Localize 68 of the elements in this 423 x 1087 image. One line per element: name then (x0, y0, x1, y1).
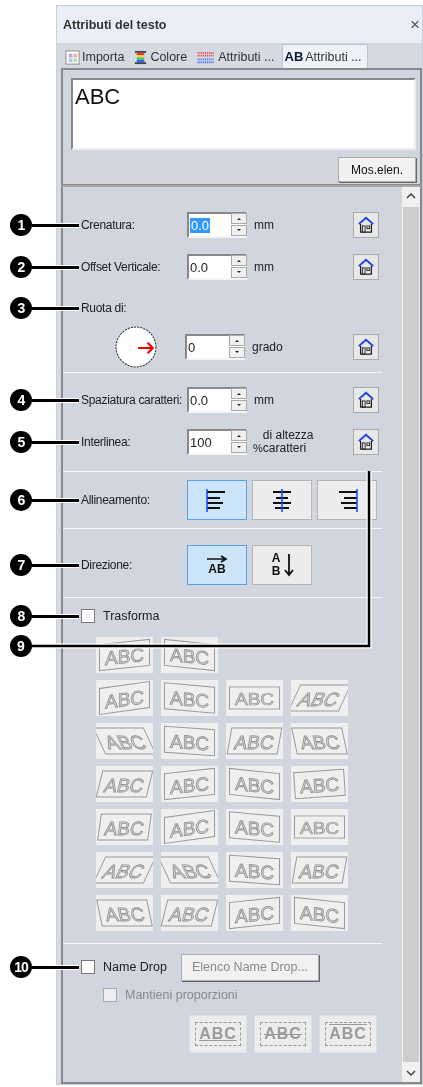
panel-title: Attributi del testo (63, 17, 167, 32)
reset-button[interactable] (353, 212, 379, 238)
checkbox[interactable] (81, 960, 95, 974)
house-icon (357, 216, 375, 234)
direction-vertical-button[interactable]: AB (252, 545, 312, 585)
field-label: Spaziatura caratteri: (81, 392, 184, 408)
unit-label: mm (254, 218, 275, 232)
stitch-icon (196, 49, 217, 65)
tab[interactable]: Attributi ... (194, 46, 280, 68)
house-icon (357, 433, 375, 451)
checkbox-label: Trasforma (103, 609, 160, 623)
down-arrow-icon (284, 553, 294, 577)
direction-horizontal-button[interactable]: AB (187, 545, 247, 585)
name-drop-style-button[interactable]: ABC (189, 1015, 247, 1053)
callout-number: 2 (10, 256, 32, 278)
unit-label: grado (252, 340, 284, 354)
house-icon (357, 338, 375, 356)
callout-number: 6 (10, 489, 32, 511)
tab[interactable]: Importa (63, 46, 130, 68)
callout-number: 10 (10, 956, 32, 978)
callout-number: 5 (10, 431, 32, 453)
field-label: Allineamento: (81, 492, 151, 508)
grid-icon (65, 49, 80, 65)
align-center-button[interactable] (252, 480, 312, 520)
rotation-dial[interactable] (115, 326, 157, 368)
field-label: Direzione: (81, 557, 134, 573)
scrollbar[interactable] (402, 187, 420, 1082)
field-label: Crenatura: (81, 217, 136, 233)
name-drop-style-button[interactable]: ABC (319, 1015, 377, 1053)
field-label: Offset Verticale: (81, 259, 162, 275)
checkbox-label: Mantieni proporzioni (125, 988, 238, 1002)
scroll-thumb[interactable] (403, 207, 419, 1062)
callout-number: 4 (10, 389, 32, 411)
text-input-field[interactable]: ABC (71, 78, 416, 150)
unit-label: % (253, 442, 263, 455)
scroll-down-icon[interactable] (406, 1070, 416, 1076)
unit-note: di altezza caratteri (262, 429, 315, 455)
checkbox-label: Name Drop (103, 960, 167, 974)
spool-icon (133, 49, 149, 65)
scroll-up-icon[interactable] (406, 193, 416, 199)
reset-button[interactable] (353, 334, 379, 360)
name-drop-style-button[interactable]: ABC (254, 1015, 312, 1053)
callout-number: 7 (10, 554, 32, 576)
tab[interactable]: ABAttributi ... (281, 44, 368, 68)
spin-field[interactable]: 100 (187, 429, 247, 455)
unit-label: mm (254, 393, 275, 407)
spin-field[interactable]: 0 (185, 334, 245, 360)
reset-button[interactable] (353, 254, 379, 280)
show-list-button[interactable]: Mos.elen. (337, 157, 416, 182)
house-icon (357, 258, 375, 276)
field-label: Ruota di: (81, 300, 128, 316)
house-icon (357, 391, 375, 409)
callout-number: 3 (10, 297, 32, 319)
field-label: Interlinea: (81, 434, 132, 450)
callout-number: 9 (10, 635, 32, 657)
unit-label: mm (254, 260, 275, 274)
reset-button[interactable] (353, 387, 379, 413)
callout-number: 1 (10, 214, 32, 236)
close-button[interactable]: × (410, 15, 420, 35)
callout-number: 8 (10, 605, 32, 627)
reset-button[interactable] (353, 429, 379, 455)
align-left-button[interactable] (187, 480, 247, 520)
spin-field[interactable]: 0.0 (187, 387, 247, 413)
spin-field[interactable]: 0.0 (187, 254, 247, 280)
tab[interactable]: Colore (131, 46, 193, 68)
align-right-button[interactable] (317, 480, 377, 520)
spin-field[interactable]: 0.0 (187, 212, 247, 238)
right-arrow-icon (206, 555, 228, 563)
